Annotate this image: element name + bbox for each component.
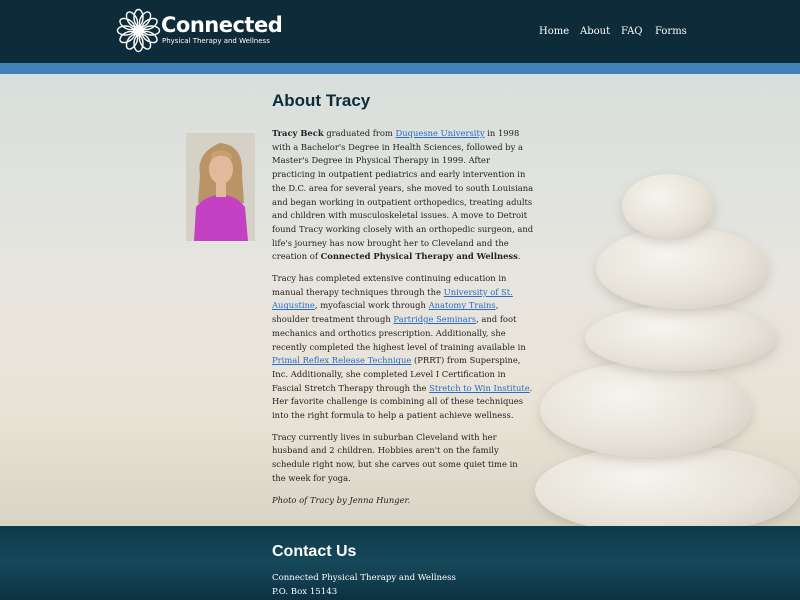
text-span: . (517, 251, 521, 262)
link-anatomy-trains[interactable]: Anatomy Trains (429, 300, 496, 310)
lotus-logo-icon[interactable] (116, 8, 161, 53)
nav-about[interactable]: About (580, 25, 610, 39)
link-stretch-to-win[interactable]: Stretch to Win Institute (429, 383, 530, 393)
brand-tagline: Physical Therapy and Wellness (162, 37, 270, 45)
photo-credit-text: Photo of Tracy by Jenna Hunger. (272, 494, 411, 505)
stone-3 (585, 305, 777, 371)
page-title: About Tracy (272, 91, 371, 110)
link-duquesne[interactable]: Duquesne University (396, 128, 485, 138)
nav-faq[interactable]: FAQ (621, 25, 643, 39)
footer-address-line-1: Connected Physical Therapy and Wellness (272, 573, 456, 583)
link-partridge-seminars[interactable]: Partridge Seminars (393, 314, 476, 324)
footer-address-line-2: P.O. Box 15143 (272, 587, 338, 597)
profile-photo-illustration (186, 133, 255, 241)
bio-name: Tracy Beck (272, 128, 324, 138)
text-span: , myofascial work through (314, 300, 429, 311)
header-accent-stripe (0, 63, 800, 74)
bio-content: Tracy Beck graduated from Duquesne Unive… (272, 127, 534, 515)
site-footer (0, 526, 800, 600)
photo-credit: Photo of Tracy by Jenna Hunger. (272, 494, 534, 508)
nav-home[interactable]: Home (539, 25, 569, 39)
stone-2 (596, 227, 769, 309)
bio-paragraph-3: Tracy currently lives in suburban Clevel… (272, 431, 518, 483)
nav-forms[interactable]: Forms (655, 25, 687, 39)
bio-paragraph-1: Tracy Beck graduated from Duquesne Unive… (272, 127, 534, 264)
stone-top (622, 174, 714, 238)
business-name: Connected Physical Therapy and Wellness (320, 251, 518, 262)
text-span: graduated from (323, 128, 396, 138)
stone-bottom (535, 445, 800, 535)
bio-paragraph-2: Tracy has completed extensive continuing… (272, 272, 534, 423)
profile-photo (186, 133, 255, 241)
link-prrt[interactable]: Primal Reflex Release Technique (272, 355, 411, 365)
stone-4 (540, 362, 752, 457)
brand-name[interactable]: Connected (161, 13, 283, 37)
text-span: in 1998 with a Bachelor's Degree in Heal… (272, 128, 534, 262)
footer-title: Contact Us (272, 543, 357, 560)
